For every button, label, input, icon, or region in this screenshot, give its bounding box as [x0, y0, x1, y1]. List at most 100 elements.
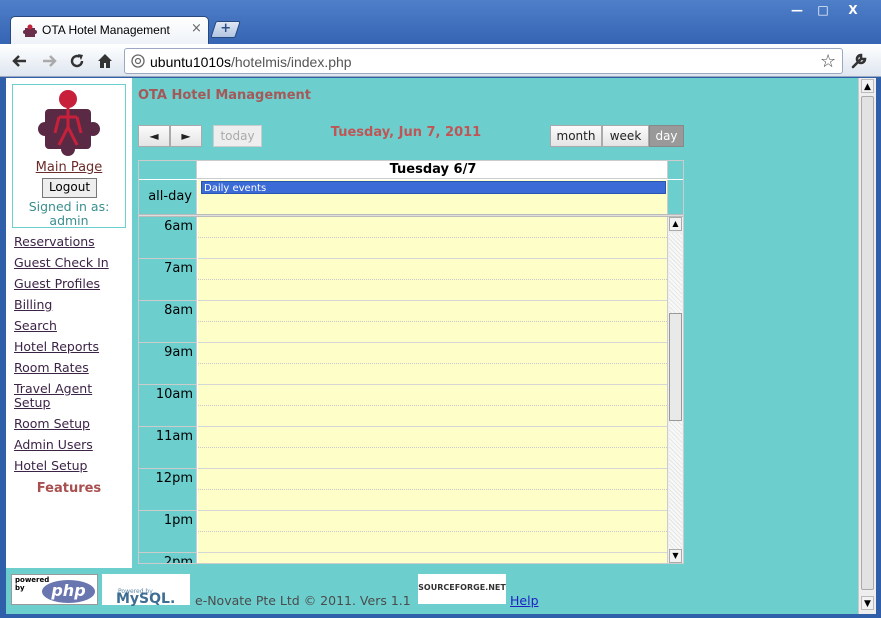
reload-icon[interactable]: [67, 51, 87, 71]
current-date-title: Tuesday, Jun 7, 2011: [330, 125, 482, 140]
powered-by-php-logo[interactable]: powered by php: [11, 574, 98, 605]
day-header: Tuesday 6/7: [389, 162, 477, 177]
nav-billing[interactable]: Billing: [14, 298, 114, 312]
logout-button[interactable]: Logout: [42, 178, 97, 198]
nav-room-setup[interactable]: Room Setup: [14, 417, 114, 431]
scroll-down-icon[interactable]: ▼: [669, 549, 682, 563]
half-hour-line: [198, 321, 667, 322]
powered-by-mysql-logo[interactable]: Powered by MySQL.: [102, 574, 190, 607]
nav-travel-agent-setup[interactable]: Travel Agent Setup: [14, 382, 114, 410]
today-button[interactable]: today: [213, 125, 262, 147]
header-gutter: [139, 161, 197, 179]
browser-toolbar: ubuntu1010s/hotelmis/index.php ☆: [0, 44, 881, 77]
half-hour-line: [198, 531, 667, 532]
scroll-thumb[interactable]: [669, 313, 682, 421]
back-arrow-icon[interactable]: [10, 51, 30, 71]
half-hour-line: [198, 489, 667, 490]
main-page-link[interactable]: Main Page: [13, 160, 125, 175]
hour-label: 6am: [139, 217, 197, 259]
maximize-button[interactable]: □: [810, 3, 836, 20]
new-tab-button[interactable]: +: [210, 21, 241, 38]
php-logo: php: [42, 580, 95, 603]
daily-events-event[interactable]: Daily events: [201, 181, 666, 194]
hour-label: 9am: [139, 343, 197, 385]
hour-label: 8am: [139, 301, 197, 343]
puzzle-favicon-icon: [23, 24, 37, 37]
prev-button[interactable]: ◄: [138, 125, 170, 147]
minimize-icon: —: [791, 3, 803, 17]
nav-search[interactable]: Search: [14, 319, 114, 333]
sourceforge-logo[interactable]: SOURCEFORGE.NET: [418, 574, 506, 604]
home-icon[interactable]: [95, 51, 115, 71]
nav-hotel-setup[interactable]: Hotel Setup: [14, 459, 114, 473]
minimize-button[interactable]: —: [784, 3, 810, 20]
header-right-gutter: [667, 161, 683, 179]
nav-admin-users[interactable]: Admin Users: [14, 438, 114, 452]
tab-close-icon[interactable]: ×: [191, 21, 202, 36]
url-path: /hotelmis/index.php: [230, 54, 352, 70]
time-grid-scrollbar[interactable]: ▲ ▼: [667, 217, 683, 563]
wrench-icon[interactable]: [849, 51, 869, 71]
url-text: ubuntu1010s/hotelmis/index.php: [150, 54, 352, 70]
address-bar[interactable]: ubuntu1010s/hotelmis/index.php ☆: [124, 48, 843, 74]
hour-row: 12pm: [139, 469, 667, 511]
hour-row: 7am: [139, 259, 667, 301]
time-grid: 6am 7am 8am 9am 10am 11am 12pm 1pm 2pm ▲…: [139, 217, 683, 563]
page-scroll-up-icon[interactable]: ▲: [861, 79, 874, 93]
page-scrollbar[interactable]: ▲ ▼: [858, 78, 876, 614]
signed-in-text: Signed in as:: [28, 199, 110, 214]
half-hour-line: [198, 447, 667, 448]
plus-icon: +: [220, 21, 232, 36]
hour-label: 12pm: [139, 469, 197, 511]
close-window-button[interactable]: X: [840, 3, 866, 20]
day-view-button[interactable]: day: [649, 125, 684, 147]
nav-room-rates[interactable]: Room Rates: [14, 361, 114, 375]
hour-row: 1pm: [139, 511, 667, 553]
features-link[interactable]: Features: [6, 481, 132, 496]
day-calendar: Tuesday 6/7 all-day Daily events 6am 7am…: [138, 160, 684, 564]
all-day-right-gutter: [667, 180, 683, 214]
hour-row: 6am: [139, 217, 667, 259]
php-caption: powered by: [15, 576, 50, 592]
nav-guest-check-in[interactable]: Guest Check In: [14, 256, 114, 270]
maximize-icon: □: [817, 3, 829, 17]
signed-in-label: Signed in as: admin: [13, 200, 125, 228]
page-scroll-thumb[interactable]: [861, 96, 874, 590]
week-view-button[interactable]: week: [602, 125, 649, 147]
next-arrow-icon: ►: [181, 129, 191, 143]
page-scroll-down-icon[interactable]: ▼: [861, 596, 874, 610]
footer: powered by php Powered by MySQL. e-Novat…: [6, 574, 858, 614]
window-titlebar: OTA Hotel Management × + — □ X: [0, 0, 881, 44]
user-box: Main Page Logout Signed in as: admin: [12, 84, 126, 228]
hour-row: 2pm: [139, 553, 667, 563]
hour-row: 10am: [139, 385, 667, 427]
page-viewport: Main Page Logout Signed in as: admin Res…: [6, 78, 858, 614]
nav-guest-profiles[interactable]: Guest Profiles: [14, 277, 114, 291]
hour-label: 11am: [139, 427, 197, 469]
hour-label: 2pm: [139, 553, 197, 563]
app-title: OTA Hotel Management: [138, 88, 312, 103]
all-day-row: all-day Daily events: [139, 180, 683, 214]
month-view-button[interactable]: month: [550, 125, 602, 147]
hour-row: 8am: [139, 301, 667, 343]
forward-arrow-icon[interactable]: [39, 51, 59, 71]
nav-hotel-reports[interactable]: Hotel Reports: [14, 340, 114, 354]
half-hour-line: [198, 363, 667, 364]
copyright-text: e-Novate Pte Ltd © 2011. Vers 1.1: [195, 593, 411, 608]
prev-arrow-icon: ◄: [149, 129, 159, 143]
scroll-up-icon[interactable]: ▲: [669, 217, 682, 231]
hour-label: 10am: [139, 385, 197, 427]
help-link[interactable]: Help: [510, 593, 539, 608]
browser-tab[interactable]: OTA Hotel Management ×: [10, 16, 209, 44]
half-hour-line: [198, 237, 667, 238]
globe-icon: [131, 54, 145, 68]
url-host: ubuntu1010s: [150, 54, 231, 70]
mysql-logo: MySQL.: [116, 591, 176, 607]
nav-reservations[interactable]: Reservations: [14, 235, 114, 249]
close-icon: X: [848, 3, 858, 17]
bookmark-star-icon[interactable]: ☆: [820, 51, 836, 72]
hour-row: 11am: [139, 427, 667, 469]
half-hour-line: [198, 279, 667, 280]
next-button[interactable]: ►: [170, 125, 202, 147]
hour-label: 1pm: [139, 511, 197, 553]
